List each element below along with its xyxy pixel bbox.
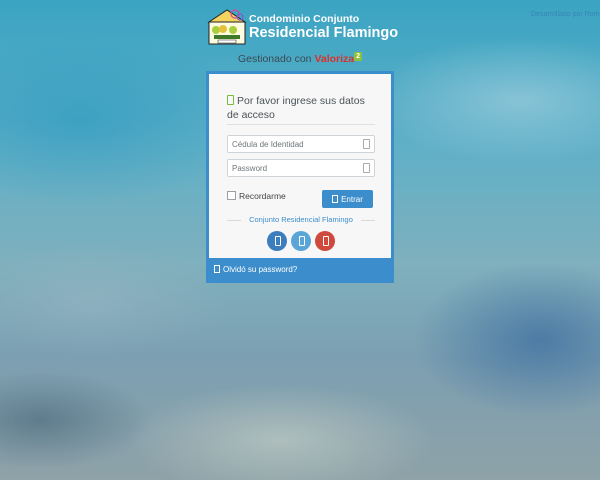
remember-checkbox[interactable] [227, 191, 236, 200]
product-badge: 2 [354, 52, 363, 61]
managed-by: Gestionado con Valoriza 2 [0, 52, 600, 65]
separator-line-right [361, 220, 375, 221]
password-field[interactable] [227, 159, 375, 177]
document-icon [227, 95, 234, 105]
login-icon [332, 194, 339, 203]
managed-prefix: Gestionado con [237, 53, 312, 65]
facebook-button[interactable] [267, 231, 287, 251]
lock-icon [363, 163, 370, 173]
key-icon [214, 265, 220, 273]
login-card: Por favor ingrese sus datos de acceso Re… [209, 74, 391, 258]
forgot-password-link[interactable]: Olvidó su password? [214, 265, 297, 274]
developer-credit[interactable]: Desarrollado por Rom [531, 11, 599, 18]
facebook-icon [275, 236, 281, 246]
id-card-icon [363, 139, 370, 149]
product-name: Valoriza [314, 53, 355, 65]
login-button[interactable]: Entrar [322, 190, 373, 208]
title-divider [227, 124, 375, 125]
login-title: Por favor ingrese sus datos de acceso [227, 94, 377, 122]
login-button-label: Entrar [341, 194, 363, 204]
remember-label: Recordarme [239, 191, 286, 201]
brand-line1: Condominio Conjunto [249, 13, 360, 25]
brand-line2: Residencial Flamingo [249, 25, 399, 41]
id-field[interactable] [227, 135, 375, 153]
condo-separator: Conjunto Residencial Flamingo [227, 215, 375, 225]
login-panel: Por favor ingrese sus datos de acceso Re… [206, 71, 394, 283]
twitter-icon [299, 236, 305, 246]
twitter-button[interactable] [291, 231, 311, 251]
social-buttons [209, 231, 391, 253]
google-plus-icon [323, 236, 329, 246]
login-title-text: Por favor ingrese sus datos de acceso [227, 95, 365, 121]
remember-me[interactable]: Recordarme [227, 191, 286, 201]
password-input[interactable] [232, 160, 360, 176]
forgot-password-label: Olvidó su password? [223, 265, 298, 274]
id-input[interactable] [232, 136, 360, 152]
condo-logo [207, 9, 247, 45]
google-plus-button[interactable] [315, 231, 335, 251]
brand-header: Condominio Conjunto Residencial Flamingo [207, 8, 398, 48]
condo-name: Conjunto Residencial Flamingo [249, 215, 353, 224]
